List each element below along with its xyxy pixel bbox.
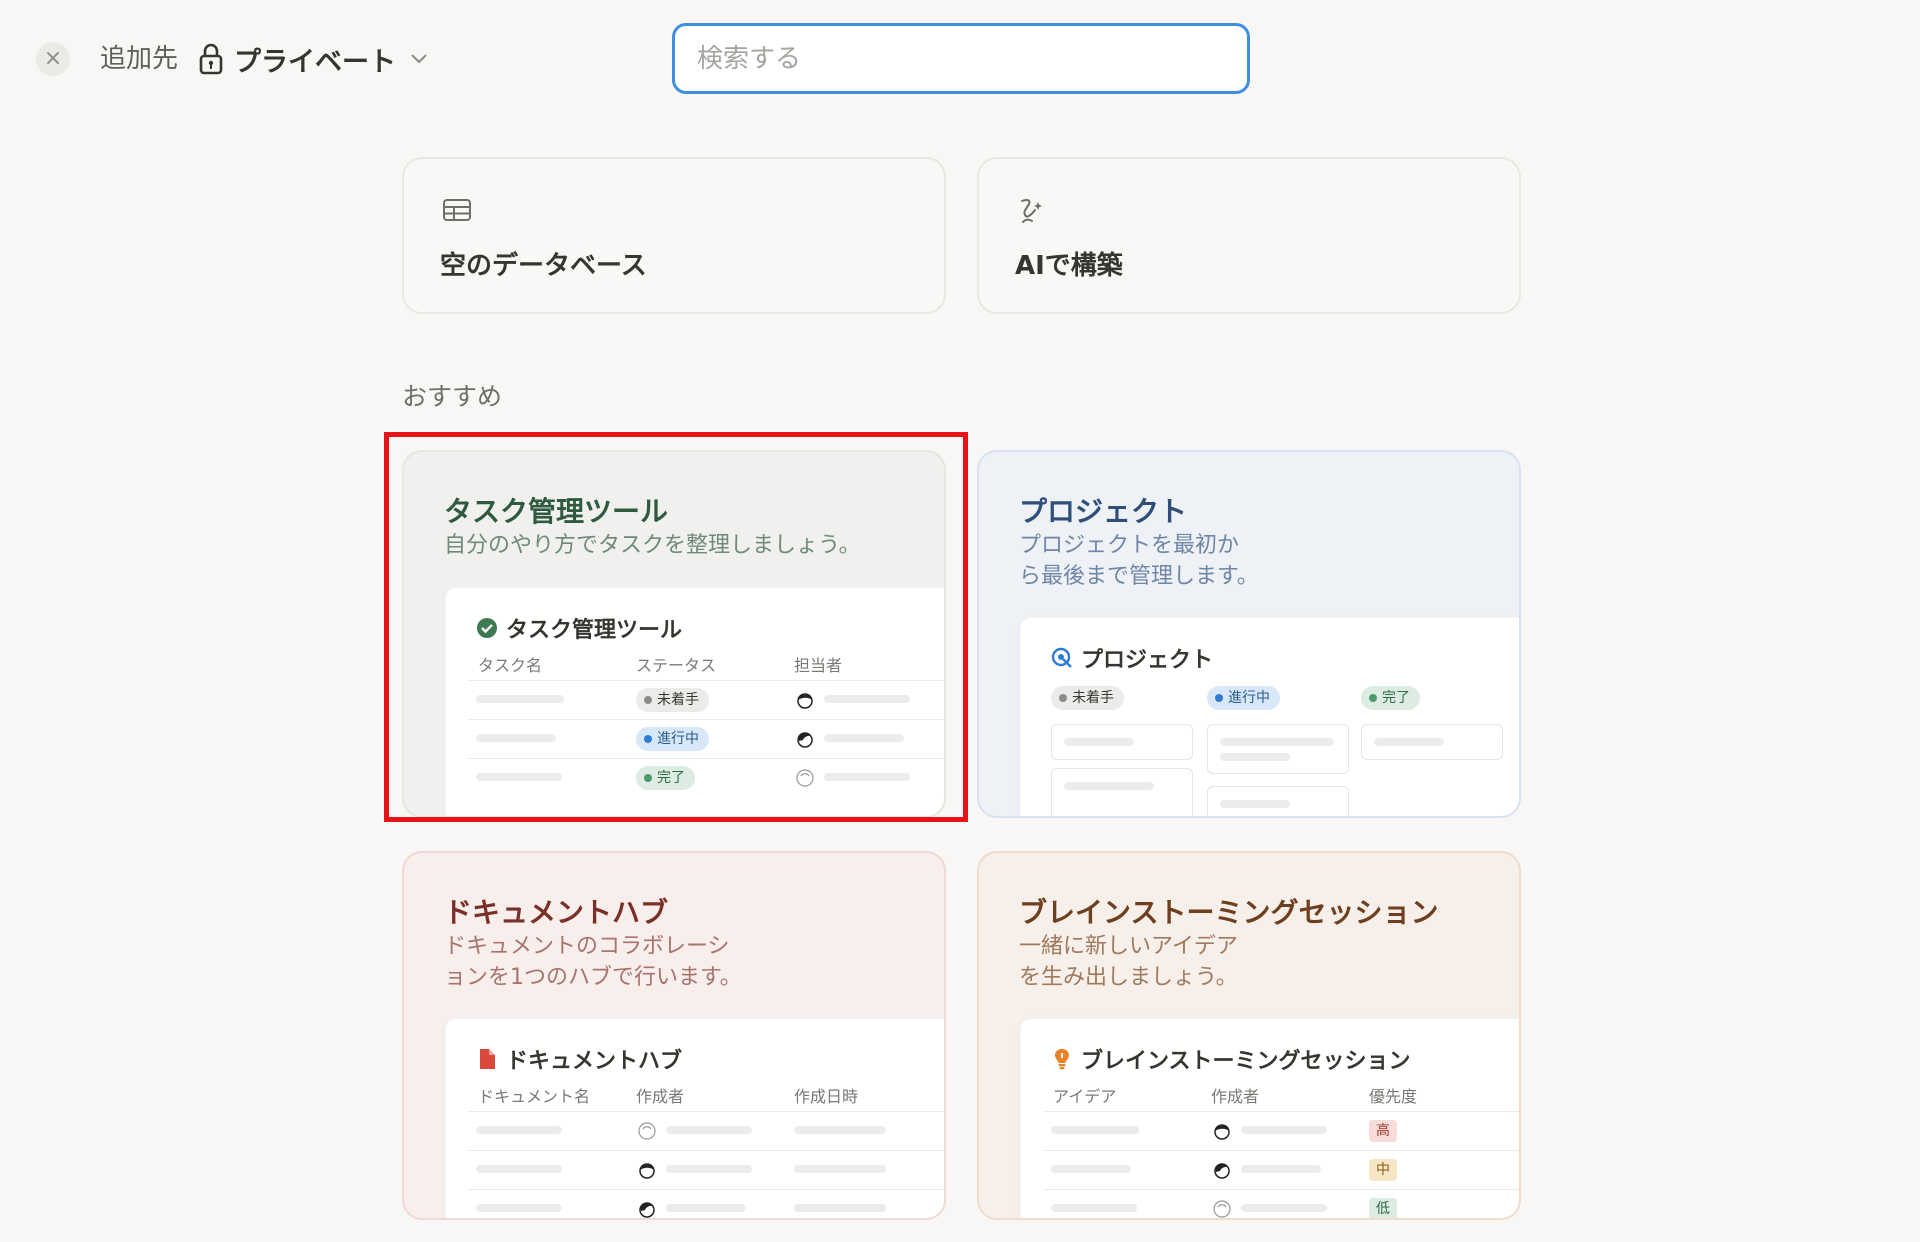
priority-badge: 高 <box>1369 1120 1397 1142</box>
status-badge: 進行中 <box>636 727 709 751</box>
search-input[interactable] <box>672 23 1250 94</box>
column-header: ドキュメント名 <box>478 1087 591 1106</box>
preview-title: タスク管理ツール <box>506 618 683 643</box>
avatar-icon <box>796 769 814 787</box>
add-to-label: 追加先 <box>100 44 179 74</box>
table-icon <box>443 199 471 221</box>
template-document-hub[interactable]: ドキュメントハブ ドキュメントのコラボレーシ ョンを1つのハブで行います。 ドキ… <box>402 851 946 1220</box>
column-header: ステータス <box>636 656 717 675</box>
document-icon <box>480 1049 495 1069</box>
avatar-icon <box>639 1202 655 1218</box>
blank-database-option[interactable]: 空のデータベース <box>402 157 946 314</box>
table-row <box>468 1150 944 1188</box>
priority-badge: 中 <box>1369 1159 1397 1181</box>
column-header: アイデア <box>1053 1087 1117 1106</box>
blank-database-label: 空のデータベース <box>440 251 647 281</box>
template-title: ブレインストーミングセッション <box>1019 896 1439 929</box>
column-header: 作成者 <box>1211 1087 1260 1106</box>
avatar-icon <box>639 1163 655 1179</box>
group-badge: 進行中 <box>1207 686 1280 710</box>
status-badge: 未着手 <box>636 688 709 712</box>
board-card <box>1361 724 1503 760</box>
avatar-icon <box>1213 1200 1231 1218</box>
table-row: 未着手 <box>468 680 944 718</box>
column-header: 作成日時 <box>794 1087 859 1106</box>
table-row <box>468 1111 944 1149</box>
board-card <box>1207 786 1349 816</box>
table-row: 高 <box>1043 1111 1519 1149</box>
template-title: プロジェクト <box>1019 495 1188 528</box>
column-header: 作成者 <box>636 1087 685 1106</box>
preview-title: プロジェクト <box>1081 648 1214 673</box>
template-title: ドキュメントハブ <box>444 896 669 929</box>
recommended-heading: おすすめ <box>402 382 503 411</box>
table-row: 中 <box>1043 1150 1519 1188</box>
template-description: プロジェクトを最初か ら最後まで管理します。 <box>1019 533 1259 589</box>
preview-title: ブレインストーミングセッション <box>1081 1049 1411 1074</box>
template-description: 一緒に新しいアイデア を生み出しましょう。 <box>1019 934 1238 990</box>
add-database-panel: × 追加先 プライベート 空のデータベース AIで構築 おすす <box>0 0 1920 1242</box>
avatar-icon <box>1214 1124 1230 1140</box>
ai-build-option[interactable]: AIで構築 <box>977 157 1521 314</box>
project-target-icon <box>1051 647 1072 668</box>
check-circle-icon <box>477 618 497 638</box>
template-project[interactable]: プロジェクト プロジェクトを最初か ら最後まで管理します。 プロジェクト 未着手… <box>977 450 1521 818</box>
board-card <box>1207 724 1349 774</box>
preview-title: ドキュメントハブ <box>506 1049 683 1074</box>
template-description: 自分のやり方でタスクを整理しましょう。 <box>444 533 861 558</box>
template-preview: ドキュメントハブ ドキュメント名 作成者 作成日時 <box>444 1017 944 1218</box>
avatar-icon <box>797 732 813 748</box>
template-preview: プロジェクト 未着手 進行中 完了 <box>1019 616 1519 816</box>
table-row: 低 <box>1043 1189 1519 1218</box>
template-title: タスク管理ツール <box>444 495 669 528</box>
table-row: 完了 <box>468 758 944 796</box>
template-description: ドキュメントのコラボレーシ ョンを1つのハブで行います。 <box>444 934 742 990</box>
status-badge: 完了 <box>636 766 695 790</box>
ai-sparkle-icon <box>1021 199 1042 223</box>
group-badge: 未着手 <box>1051 686 1124 710</box>
template-preview: タスク管理ツール タスク名 ステータス 担当者 未着手 進行中 完了 <box>444 586 944 816</box>
close-icon: × <box>43 46 63 71</box>
template-task-manager[interactable]: タスク管理ツール 自分のやり方でタスクを整理しましょう。 タスク管理ツール タス… <box>402 450 946 818</box>
template-brainstorming[interactable]: ブレインストーミングセッション 一緒に新しいアイデア を生み出しましょう。 ブレ… <box>977 851 1521 1220</box>
priority-badge: 低 <box>1369 1198 1397 1218</box>
close-button[interactable]: × <box>36 42 70 76</box>
lock-icon <box>199 43 223 75</box>
lightbulb-icon <box>1055 1049 1069 1070</box>
column-header: 優先度 <box>1369 1087 1418 1106</box>
chevron-down-icon <box>411 54 427 64</box>
group-badge: 完了 <box>1361 686 1420 710</box>
avatar-icon <box>797 693 813 709</box>
board-card <box>1051 768 1193 816</box>
board-card <box>1051 724 1193 760</box>
column-header: タスク名 <box>478 656 543 675</box>
avatar-icon <box>638 1122 656 1140</box>
table-row: 進行中 <box>468 719 944 757</box>
location-label: プライベート <box>234 46 396 78</box>
avatar-icon <box>1214 1163 1230 1179</box>
ai-build-label: AIで構築 <box>1015 251 1123 281</box>
table-row <box>468 1189 944 1218</box>
location-selector[interactable]: プライベート <box>198 38 428 80</box>
column-header: 担当者 <box>794 656 843 675</box>
template-preview: ブレインストーミングセッション アイデア 作成者 優先度 高 中 低 <box>1019 1017 1519 1218</box>
